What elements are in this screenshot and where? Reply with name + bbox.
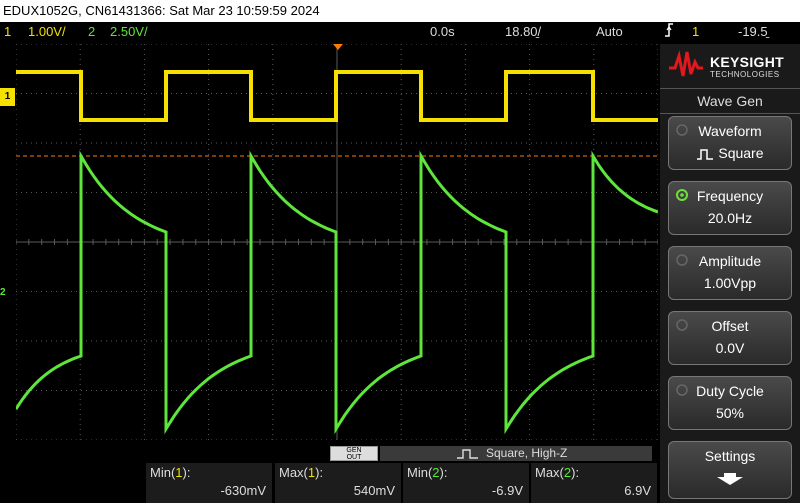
measurement-value: -630mV [220,483,266,498]
measurement-max-ch1[interactable]: Max(1): 540mV [275,463,401,503]
wavegen-status[interactable]: Square, High-Z [380,446,652,461]
softkey-value: 50% [715,405,745,421]
measurement-max-ch2[interactable]: Max(2): 6.9V [531,463,657,503]
measurement-value: 540mV [353,483,395,498]
keysight-logo: KEYSIGHT TECHNOLOGIES [668,48,798,84]
waveform-display[interactable] [16,44,658,440]
trigger-mode[interactable]: Auto [596,22,623,42]
measurement-value: 6.9V [624,483,651,498]
window-title-bar: EDUX1052G, CN61431366: Sat Mar 23 10:59:… [0,0,800,22]
softkey-offset[interactable]: Offset 0.0V [668,311,792,365]
softkey-label: Frequency [696,188,764,204]
time-scale[interactable]: 18.80̱/ [505,22,541,42]
ch2-ground-marker[interactable]: 2 [0,284,15,302]
softkey-panel: KEYSIGHT TECHNOLOGIES Wave Gen Waveform … [660,44,800,503]
ch2-number[interactable]: 2 [88,22,95,42]
arrow-down-icon [717,473,743,485]
ch1-number[interactable]: 1 [4,22,11,42]
gen-out-indicator[interactable]: GEN OUT [330,446,378,461]
square-wave-icon [457,449,478,459]
panel-title: Wave Gen [660,88,800,114]
measurement-value: -6.9V [491,483,523,498]
status-bar: 1 1.00V/ 2 2.50V/ 0.0s 18.80̱/ Auto 1 -1… [0,22,800,42]
keysight-wave-icon [669,50,703,77]
trigger-channel[interactable]: 1 [692,22,699,42]
time-position[interactable]: 0.0s [430,22,455,42]
softkey-label: Waveform [698,123,762,139]
softkey-value: Square [718,145,764,161]
trigger-level[interactable]: -19.5̱ [738,22,768,42]
ch1-scale[interactable]: 1.00V/ [28,22,66,42]
measurement-min-ch2[interactable]: Min(2): -6.9V [403,463,529,503]
trigger-slope-icon [663,22,675,44]
left-marker-strip: 1 2 [0,44,16,440]
brand-sub: TECHNOLOGIES [710,70,780,79]
ch1-ground-marker[interactable]: 1 [0,88,15,106]
softkey-label: Duty Cycle [696,383,764,399]
softkey-waveform[interactable]: Waveform Square [668,116,792,170]
softkey-label: Settings [704,448,756,464]
softkey-value: 1.00Vpp [703,275,757,291]
square-wave-icon [697,149,714,161]
softkey-amplitude[interactable]: Amplitude 1.00Vpp [668,246,792,300]
softkey-value: 0.0V [715,340,745,356]
softkey-label: Offset [711,318,749,334]
window-title: EDUX1052G, CN61431366: Sat Mar 23 10:59:… [3,3,320,18]
ch2-scale[interactable]: 2.50V/ [110,22,148,42]
softkey-duty-cycle[interactable]: Duty Cycle 50% [668,376,792,430]
softkey-settings[interactable]: Settings [668,441,792,499]
softkey-value: 20.0Hz [707,210,753,226]
softkey-label: Amplitude [698,253,762,269]
measurement-min-ch1[interactable]: Min(1): -630mV [146,463,272,503]
wavegen-description: Square, High-Z [486,446,568,460]
brand-name: KEYSIGHT [710,54,784,70]
softkey-frequency[interactable]: Frequency 20.0Hz [668,181,792,235]
